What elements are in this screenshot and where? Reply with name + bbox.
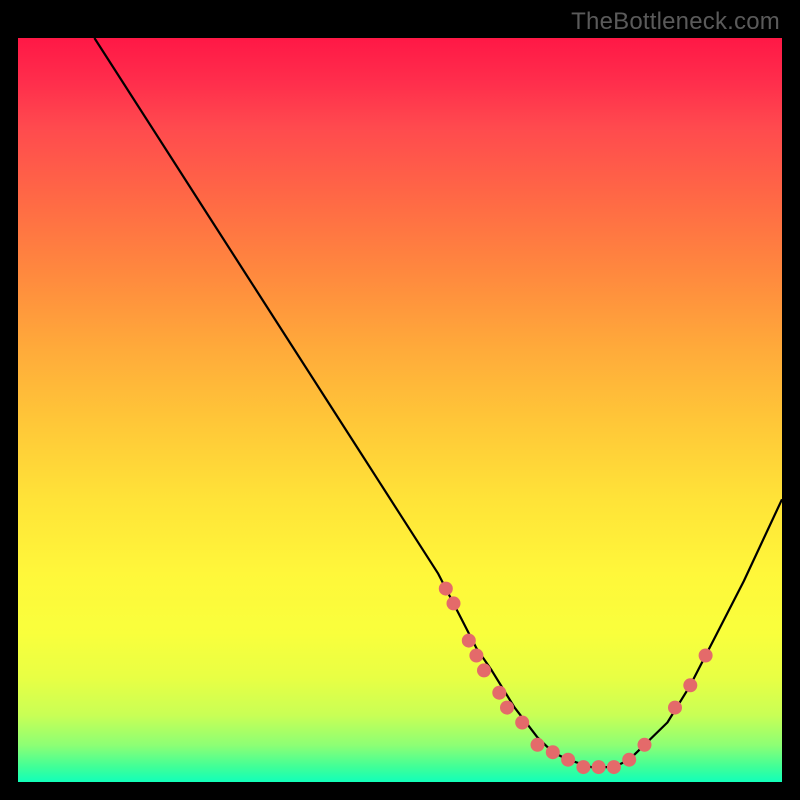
data-marker bbox=[622, 753, 636, 767]
watermark-text: TheBottleneck.com bbox=[571, 8, 780, 36]
data-marker bbox=[607, 760, 621, 774]
data-marker bbox=[500, 701, 514, 715]
data-marker bbox=[531, 738, 545, 752]
data-marker bbox=[546, 745, 560, 759]
data-marker bbox=[668, 701, 682, 715]
data-marker bbox=[638, 738, 652, 752]
data-marker bbox=[447, 596, 461, 610]
data-marker bbox=[561, 753, 575, 767]
data-marker bbox=[683, 678, 697, 692]
data-marker bbox=[462, 634, 476, 648]
data-marker bbox=[576, 760, 590, 774]
chart-area bbox=[18, 38, 782, 782]
data-marker bbox=[492, 686, 506, 700]
data-marker bbox=[469, 649, 483, 663]
data-marker bbox=[699, 649, 713, 663]
data-marker bbox=[515, 716, 529, 730]
data-marker bbox=[592, 760, 606, 774]
chart-svg bbox=[18, 38, 782, 782]
data-marker bbox=[477, 663, 491, 677]
marker-layer bbox=[439, 582, 713, 775]
data-marker bbox=[439, 582, 453, 596]
bottleneck-curve bbox=[94, 38, 782, 767]
